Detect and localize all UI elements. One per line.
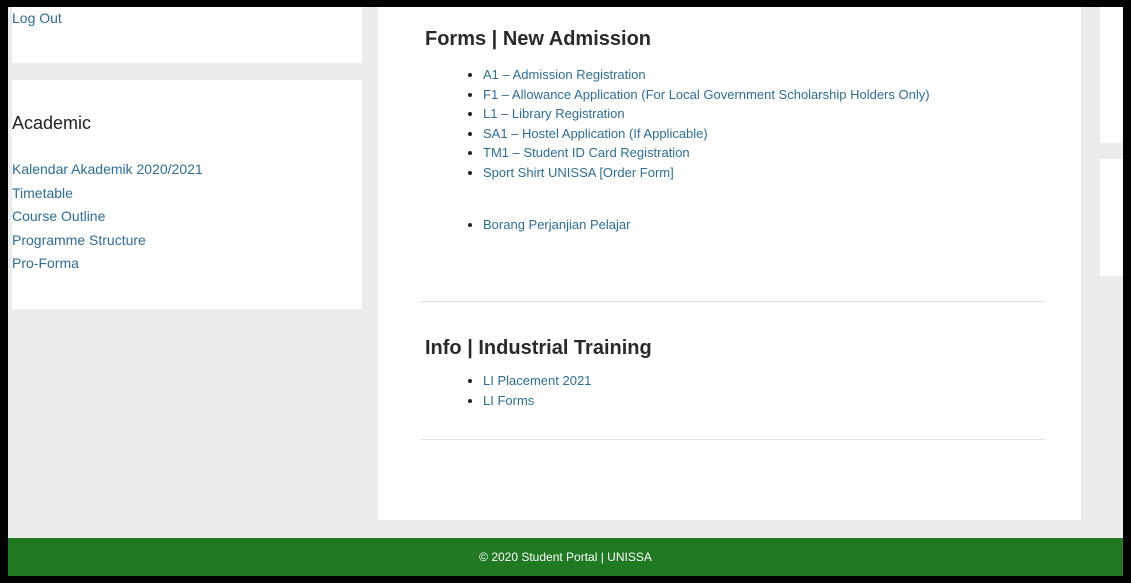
sidebar-account-panel <box>12 7 362 63</box>
logout-link[interactable]: Log Out <box>12 10 62 26</box>
form-link-l1[interactable]: L1 – Library Registration <box>483 106 625 121</box>
footer: © 2020 Student Portal | UNISSA <box>8 538 1123 576</box>
list-item: Sport Shirt UNISSA [Order Form] <box>483 163 1043 183</box>
section-divider <box>421 301 1045 302</box>
list-item: SA1 – Hostel Application (If Applicable) <box>483 124 1043 144</box>
page-frame: Log Out Academic Kalendar Akademik 2020/… <box>8 7 1123 576</box>
academic-link-item[interactable]: Course Outline <box>12 205 203 229</box>
list-item: TM1 – Student ID Card Registration <box>483 143 1043 163</box>
forms-section-title: Forms | New Admission <box>425 28 652 50</box>
info-section-title: Info | Industrial Training <box>425 337 652 359</box>
forms-extra-list: Borang Perjanjian Pelajar <box>461 215 1043 235</box>
forms-list: A1 – Admission Registration F1 – Allowan… <box>461 65 1043 182</box>
academic-links-list: Kalendar Akademik 2020/2021 Timetable Co… <box>12 158 203 276</box>
section-divider <box>421 439 1045 440</box>
list-item: LI Forms <box>483 391 1043 411</box>
list-item: F1 – Allowance Application (For Local Go… <box>483 85 1003 105</box>
footer-text: © 2020 Student Portal | UNISSA <box>479 550 652 564</box>
academic-link-programme-structure[interactable]: Programme Structure <box>12 232 146 248</box>
academic-link-item[interactable]: Timetable <box>12 182 203 206</box>
academic-link-item[interactable]: Pro-Forma <box>12 252 203 276</box>
form-link-tm1[interactable]: TM1 – Student ID Card Registration <box>483 145 690 160</box>
academic-link-course-outline[interactable]: Course Outline <box>12 208 105 224</box>
form-link-sa1[interactable]: SA1 – Hostel Application (If Applicable) <box>483 126 708 141</box>
info-link-li-forms[interactable]: LI Forms <box>483 393 534 408</box>
list-item: L1 – Library Registration <box>483 104 1043 124</box>
list-item: A1 – Admission Registration <box>483 65 1043 85</box>
form-link-sport-shirt[interactable]: Sport Shirt UNISSA [Order Form] <box>483 165 674 180</box>
academic-link-timetable[interactable]: Timetable <box>12 185 73 201</box>
academic-heading: Academic <box>12 113 92 133</box>
right-sidebar-panel-secondary <box>1100 159 1123 276</box>
academic-link-item[interactable]: Programme Structure <box>12 229 203 253</box>
academic-link-pro-forma[interactable]: Pro-Forma <box>12 255 79 271</box>
academic-link-item[interactable]: Kalendar Akademik 2020/2021 <box>12 158 203 182</box>
list-item: Borang Perjanjian Pelajar <box>483 215 1043 235</box>
academic-link-kalendar[interactable]: Kalendar Akademik 2020/2021 <box>12 161 203 177</box>
form-link-a1[interactable]: A1 – Admission Registration <box>483 67 646 82</box>
list-item: LI Placement 2021 <box>483 371 1043 391</box>
form-link-f1[interactable]: F1 – Allowance Application (For Local Go… <box>483 87 930 102</box>
right-sidebar-panel <box>1100 7 1123 143</box>
form-link-borang[interactable]: Borang Perjanjian Pelajar <box>483 217 630 232</box>
info-list: LI Placement 2021 LI Forms <box>461 371 1043 410</box>
info-link-li-placement[interactable]: LI Placement 2021 <box>483 373 591 388</box>
